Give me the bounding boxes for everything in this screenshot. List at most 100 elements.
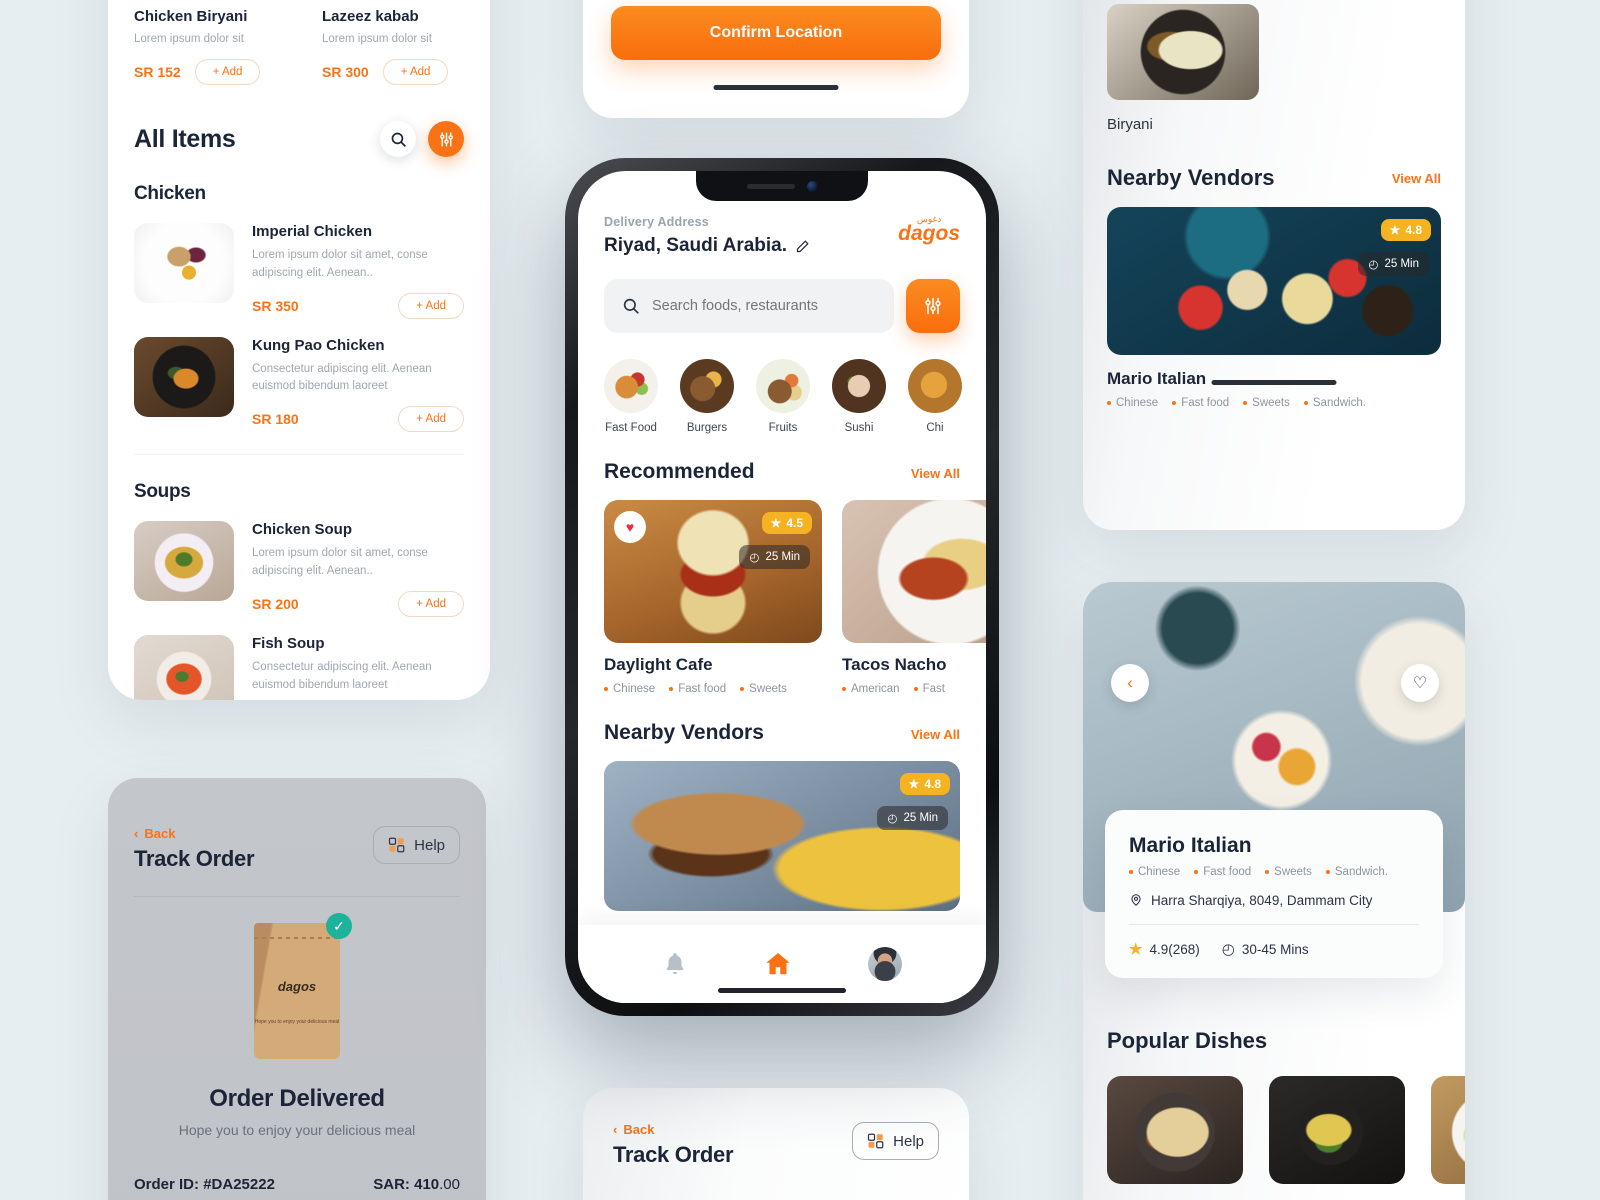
home-icon — [763, 949, 793, 979]
list-item[interactable]: Fish Soup Consectetur adipiscing elit. A… — [134, 634, 464, 700]
tag-list: Chinese Fast food Sweets — [604, 683, 822, 695]
app-logo: دغوس dagos — [898, 215, 960, 245]
star-icon: ★ — [908, 777, 920, 791]
vendor-name: Daylight Cafe — [604, 655, 713, 674]
bell-icon — [662, 951, 688, 977]
filter-button[interactable] — [906, 279, 960, 333]
add-button[interactable]: + Add — [398, 590, 464, 617]
filter-button[interactable] — [428, 121, 464, 157]
tag-label: Fast — [922, 683, 945, 695]
sliders-icon — [923, 296, 943, 316]
vendor-stats: ★ 4.9(268) ◴ 30-45 Mins — [1129, 940, 1419, 958]
help-button[interactable]: Help — [852, 1122, 939, 1160]
page-title: Track Order — [613, 1142, 734, 1167]
item-desc: Lorem ipsum dolor sit amet, conse adipis… — [252, 249, 428, 279]
back-button[interactable]: ‹ Back — [613, 1122, 733, 1137]
tag-label: Sweets — [749, 683, 787, 695]
vendor-address: Harra Sharqiya, 8049, Dammam City — [1129, 892, 1419, 908]
confirm-location-button[interactable]: Confirm Location — [611, 6, 941, 60]
nearby-vendor-card[interactable]: ★ 4.8 ◴ 25 Min — [604, 761, 960, 911]
view-all-link[interactable]: View All — [1392, 171, 1441, 186]
top-partial-items-row: Chicken Biryani Lorem ipsum dolor sit SR… — [134, 0, 464, 85]
dish-item[interactable]: Lazeez kabab — [1269, 1076, 1405, 1200]
item-thumbnail — [134, 521, 234, 602]
avatar — [868, 947, 903, 981]
tag: Sweets — [1265, 866, 1312, 878]
item-name: Fish Soup — [252, 634, 325, 652]
view-all-link[interactable]: View All — [911, 466, 960, 481]
favorite-button[interactable]: ♥ — [614, 511, 646, 543]
status-subtitle: Hope you to enjoy your delicious meal — [178, 1122, 416, 1138]
help-label: Help — [414, 836, 445, 854]
category-label: Fruits — [768, 422, 798, 434]
tab-notifications[interactable] — [662, 951, 688, 977]
item-name: Imperial Chicken — [252, 223, 373, 240]
bullet-dot-icon — [913, 687, 918, 691]
recommended-card[interactable]: ♥ ★ 4.5 ◴ 25 Min Daylight Cafe Chinese F… — [604, 500, 822, 695]
category-sushi[interactable]: Sushi — [832, 359, 886, 434]
pencil-icon[interactable] — [795, 239, 810, 254]
time-badge: ◴ 25 Min — [877, 806, 948, 830]
view-all-link[interactable]: View All — [911, 727, 960, 742]
front-camera — [806, 180, 818, 192]
search-input[interactable] — [652, 298, 876, 314]
category-fast-food[interactable]: Fast Food — [604, 359, 658, 434]
tag-label: Chinese — [1138, 866, 1181, 878]
add-button[interactable]: + Add — [194, 59, 261, 85]
nearby-vendors-screen-card: Biryani Nearby Vendors View All ★ 4.8 ◴ … — [1083, 0, 1465, 530]
list-item[interactable]: Chicken Biryani Lorem ipsum dolor sit SR… — [134, 8, 294, 85]
dish-name: Biryani — [1107, 116, 1153, 133]
category-chicken[interactable]: Chi — [908, 359, 962, 434]
tag: Fast food — [1194, 866, 1251, 878]
bullet-dot-icon — [1194, 870, 1199, 874]
tag: Chinese — [604, 683, 655, 695]
list-item[interactable]: Imperial Chicken Lorem ipsum dolor sit a… — [134, 223, 464, 319]
recommended-card[interactable]: Tacos Nacho American Fast — [842, 500, 986, 695]
dish-item[interactable]: Egg s — [1431, 1076, 1465, 1200]
delivery-address-value[interactable]: Riyad, Saudi Arabia. — [604, 235, 810, 257]
item-desc: Lorem ipsum dolor sit amet, conse adipis… — [252, 547, 428, 578]
category-fruits[interactable]: Fruits — [756, 359, 810, 434]
timer-icon: ◴ — [1368, 259, 1379, 271]
timer-icon: ◴ — [887, 813, 898, 825]
section-title: Nearby Vendors — [1107, 165, 1275, 190]
all-items-screen-card: Chicken Biryani Lorem ipsum dolor sit SR… — [108, 0, 490, 700]
list-item[interactable]: Lazeez kabab Lorem ipsum dolor sit SR 30… — [322, 8, 482, 85]
time-value: 25 Min — [1384, 258, 1419, 270]
item-price: SR 152 — [134, 64, 181, 80]
popular-dishes-list: Chicken Biryani Lazeez kabab Egg s — [1107, 1076, 1465, 1200]
tag: Sandwich. — [1303, 397, 1366, 409]
list-item[interactable]: Chicken Soup Lorem ipsum dolor sit amet,… — [134, 521, 464, 617]
category-burgers[interactable]: Burgers — [680, 359, 734, 434]
tag-label: Sweets — [1252, 397, 1290, 409]
add-button[interactable]: + Add — [382, 59, 449, 85]
add-button[interactable]: + Add — [398, 406, 464, 433]
back-button[interactable]: ‹ Back — [134, 826, 254, 841]
list-item[interactable]: Kung Pao Chicken Consectetur adipiscing … — [134, 336, 464, 433]
dish-image — [1107, 4, 1259, 100]
favorite-button[interactable]: ♡ — [1401, 664, 1439, 702]
recommended-list: ♥ ★ 4.5 ◴ 25 Min Daylight Cafe Chinese F… — [604, 500, 986, 695]
dish-item[interactable]: Chicken Biryani — [1107, 1076, 1243, 1200]
bullet-dot-icon — [842, 687, 846, 691]
item-price: SR 350 — [252, 297, 299, 314]
search-bar[interactable] — [604, 279, 894, 333]
address-text: Harra Sharqiya, 8049, Dammam City — [1151, 892, 1373, 908]
category-icon — [832, 359, 886, 413]
tab-profile[interactable] — [868, 947, 903, 981]
help-button[interactable]: Help — [373, 826, 460, 864]
rating-value: 4.9(268) — [1149, 941, 1200, 957]
search-button[interactable] — [380, 121, 416, 157]
item-name: Kung Pao Chicken — [252, 336, 385, 354]
category-icon — [756, 359, 810, 413]
dish-item[interactable]: Biryani — [1107, 4, 1441, 133]
vendor-image[interactable]: ★ 4.8 ◴ 25 Min — [1107, 207, 1441, 355]
bullet-dot-icon — [1107, 401, 1111, 405]
tab-home[interactable] — [763, 949, 793, 979]
add-button[interactable]: + Add — [398, 292, 464, 319]
rating-badge: ★ 4.8 — [899, 773, 950, 795]
rating-badge: ★ 4.8 — [1380, 219, 1431, 241]
back-button[interactable]: ‹ — [1111, 664, 1149, 702]
item-price: SR 300 — [322, 64, 369, 80]
vendor-info-panel: Mario Italian Chinese Fast food Sweets S… — [1105, 810, 1443, 978]
